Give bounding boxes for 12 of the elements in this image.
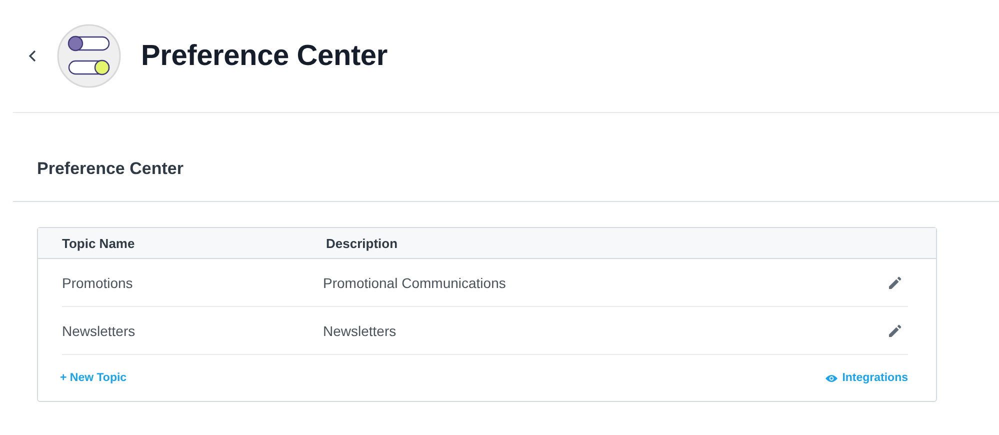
section-title: Preference Center bbox=[37, 159, 184, 179]
table-cell-text: Promotional Communications bbox=[323, 274, 507, 290]
column-header: Topic Name bbox=[62, 236, 136, 250]
column-header: Description bbox=[326, 236, 399, 250]
integrations-link[interactable]: Integrations bbox=[825, 372, 908, 384]
page-title: Preference Center bbox=[141, 40, 388, 72]
eye-icon bbox=[825, 374, 838, 382]
toggle-switches-icon bbox=[57, 24, 121, 88]
table-cell-text: Newsletters bbox=[323, 322, 398, 338]
table-cell-text: Newsletters bbox=[62, 322, 136, 338]
new-topic-link[interactable]: + New Topic bbox=[60, 372, 127, 384]
table-cell-text: Promotions bbox=[62, 274, 134, 290]
